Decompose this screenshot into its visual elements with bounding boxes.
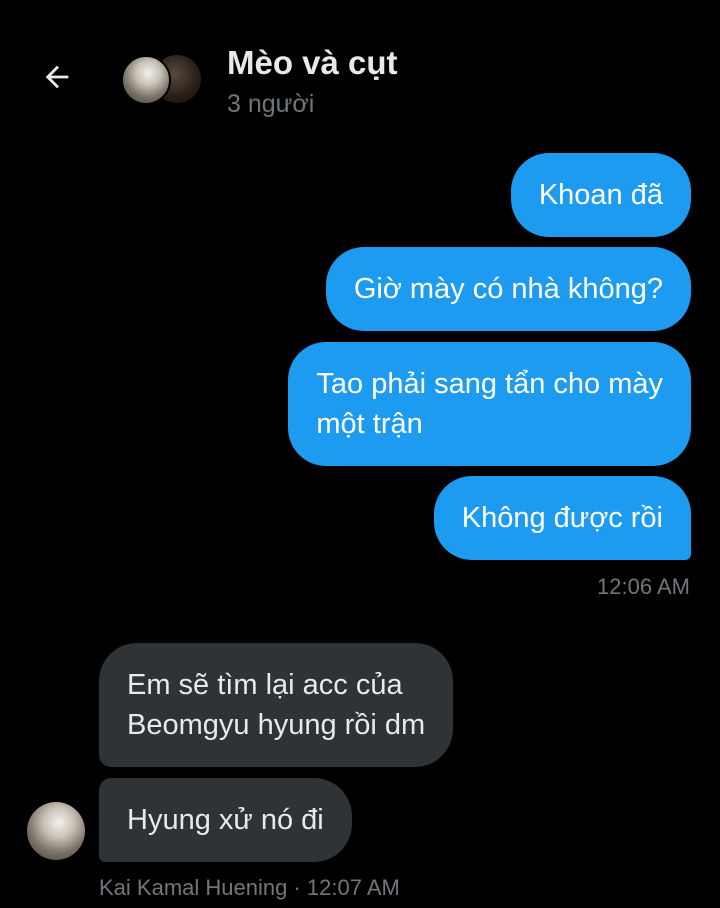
incoming-message[interactable]: Hyung xử nó đi: [99, 778, 352, 862]
message-text: Giờ mày có nhà không?: [353, 273, 663, 305]
sender-avatar[interactable]: [27, 802, 85, 860]
message-text-line: Tao phải sang tẩn cho mày: [316, 368, 663, 400]
outgoing-message[interactable]: Không được rồi: [433, 476, 691, 560]
conversation-title[interactable]: Mèo và cụt: [227, 44, 398, 82]
outgoing-message[interactable]: Khoan đã: [510, 153, 691, 237]
message-text: Khoan đã: [538, 179, 663, 211]
arrow-left-icon: [45, 65, 69, 89]
member-count[interactable]: 3 người: [227, 90, 314, 119]
message-text-line: một trận: [316, 408, 423, 440]
back-button[interactable]: [30, 50, 84, 104]
message-text: Không được rồi: [461, 502, 663, 534]
member-avatar: [121, 55, 171, 105]
outgoing-message[interactable]: Giờ mày có nhà không?: [325, 247, 691, 331]
message-timestamp: 12:06 AM: [597, 574, 690, 599]
group-avatar[interactable]: [121, 54, 205, 105]
incoming-message[interactable]: Em sẽ tìm lại acc của Beomgyu hyung rồi …: [99, 643, 454, 767]
conversation-header: Mèo và cụt 3 người: [0, 0, 720, 135]
outgoing-message[interactable]: Tao phải sang tẩn cho mày một trận: [288, 342, 691, 466]
message-text-line: Beomgyu hyung rồi dm: [127, 709, 426, 741]
sender-and-timestamp: Kai Kamal Huening · 12:07 AM: [99, 875, 400, 900]
message-text: Hyung xử nó đi: [127, 804, 324, 836]
message-text-line: Em sẽ tìm lại acc của: [127, 669, 403, 701]
